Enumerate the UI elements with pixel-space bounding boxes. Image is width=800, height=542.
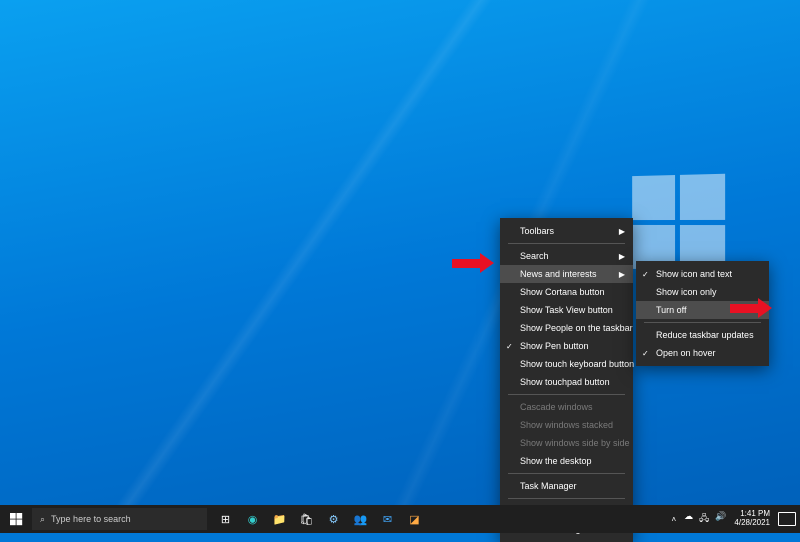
pin-store[interactable]: 🛍 — [294, 505, 319, 533]
menu-sidebyside: Show windows side by side — [500, 434, 633, 452]
menu-cascade: Cascade windows — [500, 398, 633, 416]
check-icon: ✓ — [642, 349, 649, 358]
separator — [508, 243, 625, 244]
windows-logo — [632, 174, 725, 271]
menu-label: Show touchpad button — [520, 377, 610, 387]
task-view-icon: ⊞ — [218, 512, 233, 527]
chevron-right-icon: ▶ — [619, 227, 625, 236]
menu-label: Show Pen button — [520, 341, 589, 351]
pin-edge[interactable]: ◉ — [240, 505, 265, 533]
search-box[interactable]: ⌕ Type here to search — [32, 508, 207, 530]
annotation-arrow — [452, 253, 494, 273]
menu-label: News and interests — [520, 269, 597, 279]
menu-search[interactable]: Search ▶ — [500, 247, 633, 265]
menu-label: Show windows stacked — [520, 420, 613, 430]
menu-stacked: Show windows stacked — [500, 416, 633, 434]
mail-icon: ✉ — [380, 512, 395, 527]
menu-label: Toolbars — [520, 226, 554, 236]
menu-label: Task Manager — [520, 481, 577, 491]
chevron-right-icon: ▶ — [619, 270, 625, 279]
search-icon: ⌕ — [40, 514, 45, 525]
menu-toolbars[interactable]: Toolbars ▶ — [500, 222, 633, 240]
check-icon: ✓ — [506, 342, 513, 351]
pin-app[interactable]: ◪ — [402, 505, 427, 533]
submenu-open-hover[interactable]: ✓ Open on hover — [636, 344, 769, 362]
menu-task-manager[interactable]: Task Manager — [500, 477, 633, 495]
menu-label: Reduce taskbar updates — [656, 330, 754, 340]
menu-label: Search — [520, 251, 549, 261]
chevron-right-icon: ▶ — [619, 252, 625, 261]
teams-icon: 👥 — [353, 512, 368, 527]
menu-pen[interactable]: ✓ Show Pen button — [500, 337, 633, 355]
menu-label: Show icon and text — [656, 269, 732, 279]
check-icon: ✓ — [642, 270, 649, 279]
menu-show-desktop[interactable]: Show the desktop — [500, 452, 633, 470]
folder-icon: 📁 — [272, 512, 287, 527]
onedrive-icon[interactable]: ☁ — [684, 511, 693, 527]
submenu-icon-text[interactable]: ✓ Show icon and text — [636, 265, 769, 283]
taskbar-clock[interactable]: 1:41 PM 4/28/2021 — [734, 510, 770, 528]
taskbar-pins: ⊞ ◉ 📁 🛍 ⚙ 👥 ✉ ◪ — [213, 505, 427, 533]
start-button[interactable] — [0, 505, 32, 533]
volume-icon[interactable]: 🔊 — [715, 511, 726, 527]
separator — [508, 394, 625, 395]
menu-label: Open on hover — [656, 348, 716, 358]
app-icon: ◪ — [407, 512, 422, 527]
menu-label: Cascade windows — [520, 402, 593, 412]
pin-teams[interactable]: 👥 — [348, 505, 373, 533]
menu-label: Show the desktop — [520, 456, 592, 466]
menu-label: Show windows side by side — [520, 438, 630, 448]
menu-touchpad[interactable]: Show touchpad button — [500, 373, 633, 391]
separator — [508, 473, 625, 474]
menu-label: Turn off — [656, 305, 687, 315]
menu-people[interactable]: Show People on the taskbar — [500, 319, 633, 337]
pin-settings[interactable]: ⚙ — [321, 505, 346, 533]
taskbar-context-menu: Toolbars ▶ Search ▶ News and interests ▶ Sh… — [500, 218, 633, 542]
submenu-reduce-updates[interactable]: Reduce taskbar updates — [636, 326, 769, 344]
menu-news-interests[interactable]: News and interests ▶ — [500, 265, 633, 283]
gear-icon: ⚙ — [326, 512, 341, 527]
edge-icon: ◉ — [245, 512, 260, 527]
store-icon: 🛍 — [299, 512, 314, 527]
network-icon[interactable]: 🖧 — [699, 511, 709, 527]
search-placeholder: Type here to search — [51, 514, 131, 524]
taskbar: ⌕ Type here to search ⊞ ◉ 📁 🛍 ⚙ 👥 ✉ ◪ ˄ … — [0, 505, 800, 533]
separator — [644, 322, 761, 323]
separator — [508, 498, 625, 499]
menu-label: Show Task View button — [520, 305, 613, 315]
clock-date: 4/28/2021 — [734, 519, 770, 528]
pin-task-view[interactable]: ⊞ — [213, 505, 238, 533]
menu-label: Show People on the taskbar — [520, 323, 633, 333]
menu-label: Show touch keyboard button — [520, 359, 634, 369]
menu-label: Show Cortana button — [520, 287, 605, 297]
system-tray: ˄ ☁ 🖧 🔊 1:41 PM 4/28/2021 — [671, 505, 800, 533]
windows-icon — [10, 513, 23, 526]
menu-label: Show icon only — [656, 287, 717, 297]
menu-cortana[interactable]: Show Cortana button — [500, 283, 633, 301]
action-center-icon[interactable] — [778, 512, 796, 526]
pin-explorer[interactable]: 📁 — [267, 505, 292, 533]
annotation-arrow — [730, 298, 772, 318]
menu-taskview[interactable]: Show Task View button — [500, 301, 633, 319]
menu-touch-keyboard[interactable]: Show touch keyboard button — [500, 355, 633, 373]
tray-chevron-icon[interactable]: ˄ — [671, 515, 676, 524]
pin-mail[interactable]: ✉ — [375, 505, 400, 533]
